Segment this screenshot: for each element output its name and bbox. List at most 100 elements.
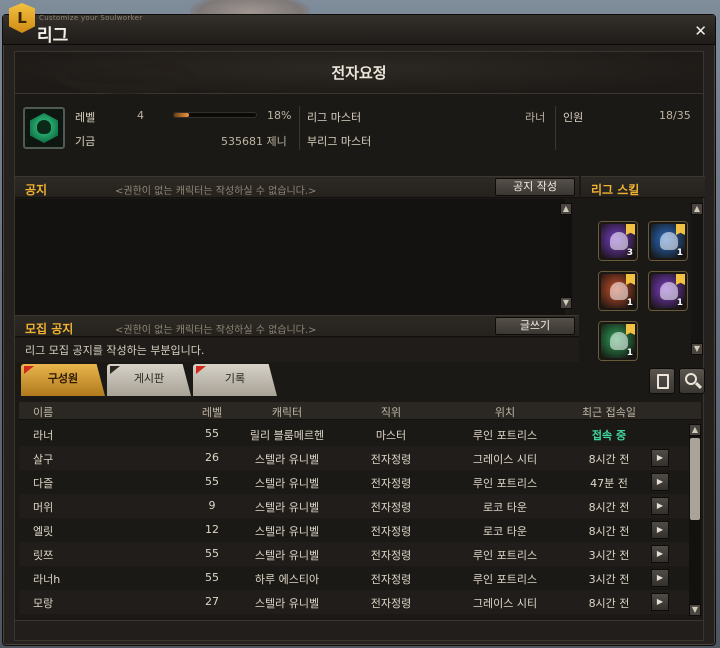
- skill-level-count: 1: [676, 298, 683, 308]
- scroll-up-icon[interactable]: ▲: [689, 424, 701, 436]
- notice-write-button[interactable]: 공지 작성: [495, 178, 575, 196]
- row-menu-arrow-icon[interactable]: ▶: [651, 521, 669, 539]
- scroll-down-icon[interactable]: ▼: [560, 297, 572, 309]
- scroll-up-icon[interactable]: ▲: [691, 203, 703, 215]
- table-row[interactable]: 머위 9 스텔라 유니벨 전자정령 로코 타운 8시간 전 ▶: [19, 494, 695, 518]
- league-panel: 전자요정 레벨 4 18% 기금 535681 제니 리그 마스터 라너 부리그…: [14, 51, 705, 641]
- table-row[interactable]: 라너 55 릴리 블룸메르헨 마스터 루인 포트리스 접속 중: [19, 422, 695, 446]
- scrollbar-thumb[interactable]: [690, 438, 700, 520]
- guild-info: 레벨 4 18% 기금 535681 제니 리그 마스터 라너 부리그 마스터 …: [15, 102, 703, 156]
- document-icon[interactable]: [649, 368, 675, 394]
- table-header: 이름 레벨 캐릭터 직위 위치 최근 접속일: [19, 402, 701, 420]
- recruit-hint: <권한이 없는 캐릭터는 작성하실 수 없습니다.>: [115, 325, 317, 336]
- storage-skill-icon[interactable]: 1: [649, 222, 687, 260]
- notice-text-area[interactable]: [15, 199, 565, 315]
- cell-rank: 전자정령: [370, 453, 412, 466]
- cell-character: 스텔라 유니벨: [254, 549, 320, 562]
- level-label: 레벨: [75, 111, 96, 124]
- cell-rank: 전자정령: [370, 525, 412, 538]
- cell-location: 루인 포트리스: [472, 477, 538, 490]
- scroll-up-icon[interactable]: ▲: [560, 203, 572, 215]
- cell-name: 엘릿: [33, 525, 54, 538]
- tab-label: 구성원: [47, 372, 79, 385]
- tab-members[interactable]: 구성원: [21, 364, 105, 396]
- fund-label: 기금: [75, 135, 96, 148]
- cell-location: 로코 타운: [483, 525, 527, 538]
- tab-board[interactable]: 게시판: [107, 364, 191, 396]
- row-menu-arrow-icon[interactable]: ▶: [651, 545, 669, 563]
- watermark-emblem: [55, 58, 195, 94]
- member-search-icon[interactable]: [679, 368, 705, 394]
- group-aura-skill-icon[interactable]: 1: [649, 272, 687, 310]
- league-badge-icon: L: [9, 3, 35, 33]
- cell-location: 루인 포트리스: [472, 429, 538, 442]
- leaf-exp-skill-icon[interactable]: 1: [599, 322, 637, 360]
- bottom-bar: [15, 620, 703, 640]
- cell-last-login: 8시간 전: [588, 525, 630, 538]
- members-count: 18/35: [659, 109, 691, 122]
- cell-rank: 전자정령: [370, 597, 412, 610]
- cell-rank: 전자정령: [370, 501, 412, 514]
- table-row[interactable]: 엘릿 12 스텔라 유니벨 전자정령 로코 타운 8시간 전 ▶: [19, 518, 695, 542]
- recruit-text-area[interactable]: 리그 모집 공지를 작성하는 부분입니다.: [15, 338, 579, 362]
- cell-character: 스텔라 유니벨: [254, 501, 320, 514]
- skills-title: 리그 스킬: [591, 183, 640, 197]
- scroll-down-icon[interactable]: ▼: [689, 604, 701, 616]
- table-row[interactable]: 살구 26 스텔라 유니벨 전자정령 그레이스 시티 8시간 전 ▶: [19, 446, 695, 470]
- row-menu-arrow-icon[interactable]: ▶: [651, 449, 669, 467]
- cell-character: 릴리 블룸메르헨: [249, 429, 325, 442]
- column-header[interactable]: 캐릭터: [227, 404, 347, 420]
- submaster-label: 부리그 마스터: [307, 135, 372, 148]
- column-header[interactable]: 직위: [341, 404, 441, 420]
- notice-scrollbar[interactable]: ▲ ▼: [560, 203, 572, 309]
- tab-label: 게시판: [133, 372, 165, 385]
- title-bar[interactable]: L Customize your Soulworker 리그 ✕: [3, 3, 715, 46]
- cell-location: 그레이스 시티: [472, 453, 538, 466]
- notice-hint: <권한이 없는 캐릭터는 작성하실 수 없습니다.>: [115, 186, 317, 197]
- skills-header: 리그 스킬: [581, 176, 705, 198]
- buff-chain-skill-icon[interactable]: 1: [599, 272, 637, 310]
- master-value: 라너: [525, 111, 546, 124]
- cell-rank: 전자정령: [370, 549, 412, 562]
- row-menu-arrow-icon[interactable]: ▶: [651, 497, 669, 515]
- cell-name: 살구: [33, 453, 54, 466]
- table-row[interactable]: 릿쯔 55 스텔라 유니벨 전자정령 루인 포트리스 3시간 전 ▶: [19, 542, 695, 566]
- cell-last-login: 8시간 전: [588, 597, 630, 610]
- cell-character: 하루 에스티아: [254, 573, 320, 586]
- member-plus-skill-icon[interactable]: 3: [599, 222, 637, 260]
- column-header[interactable]: 이름: [33, 404, 53, 420]
- recruit-write-button[interactable]: 글쓰기: [495, 317, 575, 335]
- members-label: 인원: [563, 111, 584, 124]
- cell-rank: 전자정령: [370, 573, 412, 586]
- column-header[interactable]: 최근 접속일: [559, 404, 659, 420]
- table-row[interactable]: 모랑 27 스텔라 유니벨 전자정령 그레이스 시티 8시간 전 ▶: [19, 590, 695, 614]
- skill-level-count: 1: [676, 248, 683, 258]
- window-title: 리그: [37, 26, 69, 46]
- cell-name: 모랑: [33, 597, 54, 610]
- column-header[interactable]: 위치: [445, 404, 565, 420]
- cell-last-login: 3시간 전: [588, 573, 630, 586]
- skill-level-count: 1: [626, 298, 633, 308]
- recruit-body: 리그 모집 공지를 작성하는 부분입니다.: [25, 344, 205, 357]
- row-menu-arrow-icon[interactable]: ▶: [651, 473, 669, 491]
- row-menu-arrow-icon[interactable]: ▶: [651, 593, 669, 611]
- cell-last-login: 8시간 전: [588, 453, 630, 466]
- skills-scrollbar[interactable]: ▲ ▼: [691, 203, 703, 355]
- cell-character: 스텔라 유니벨: [254, 597, 320, 610]
- cell-last-login: 8시간 전: [588, 501, 630, 514]
- guild-name: 전자요정: [331, 64, 387, 82]
- members-scrollbar[interactable]: ▲ ▼: [689, 424, 701, 616]
- table-row[interactable]: 라너h 55 하루 에스티아 전자정령 루인 포트리스 3시간 전 ▶: [19, 566, 695, 590]
- cell-location: 루인 포트리스: [472, 549, 538, 562]
- tab-log[interactable]: 기록: [193, 364, 277, 396]
- table-row[interactable]: 다즐 55 스텔라 유니벨 전자정령 루인 포트리스 47분 전 ▶: [19, 470, 695, 494]
- close-button[interactable]: ✕: [694, 22, 707, 40]
- guild-name-header: 전자요정: [15, 52, 703, 94]
- cell-last-login: 47분 전: [590, 477, 628, 490]
- recruit-header: 모집 공지 <권한이 없는 캐릭터는 작성하실 수 없습니다.> 글쓰기: [15, 315, 579, 337]
- cell-last-login: 접속 중: [591, 429, 627, 442]
- row-menu-arrow-icon[interactable]: ▶: [651, 569, 669, 587]
- xp-percent: 18%: [267, 109, 292, 122]
- cell-location: 로코 타운: [483, 501, 527, 514]
- scroll-down-icon[interactable]: ▼: [691, 343, 703, 355]
